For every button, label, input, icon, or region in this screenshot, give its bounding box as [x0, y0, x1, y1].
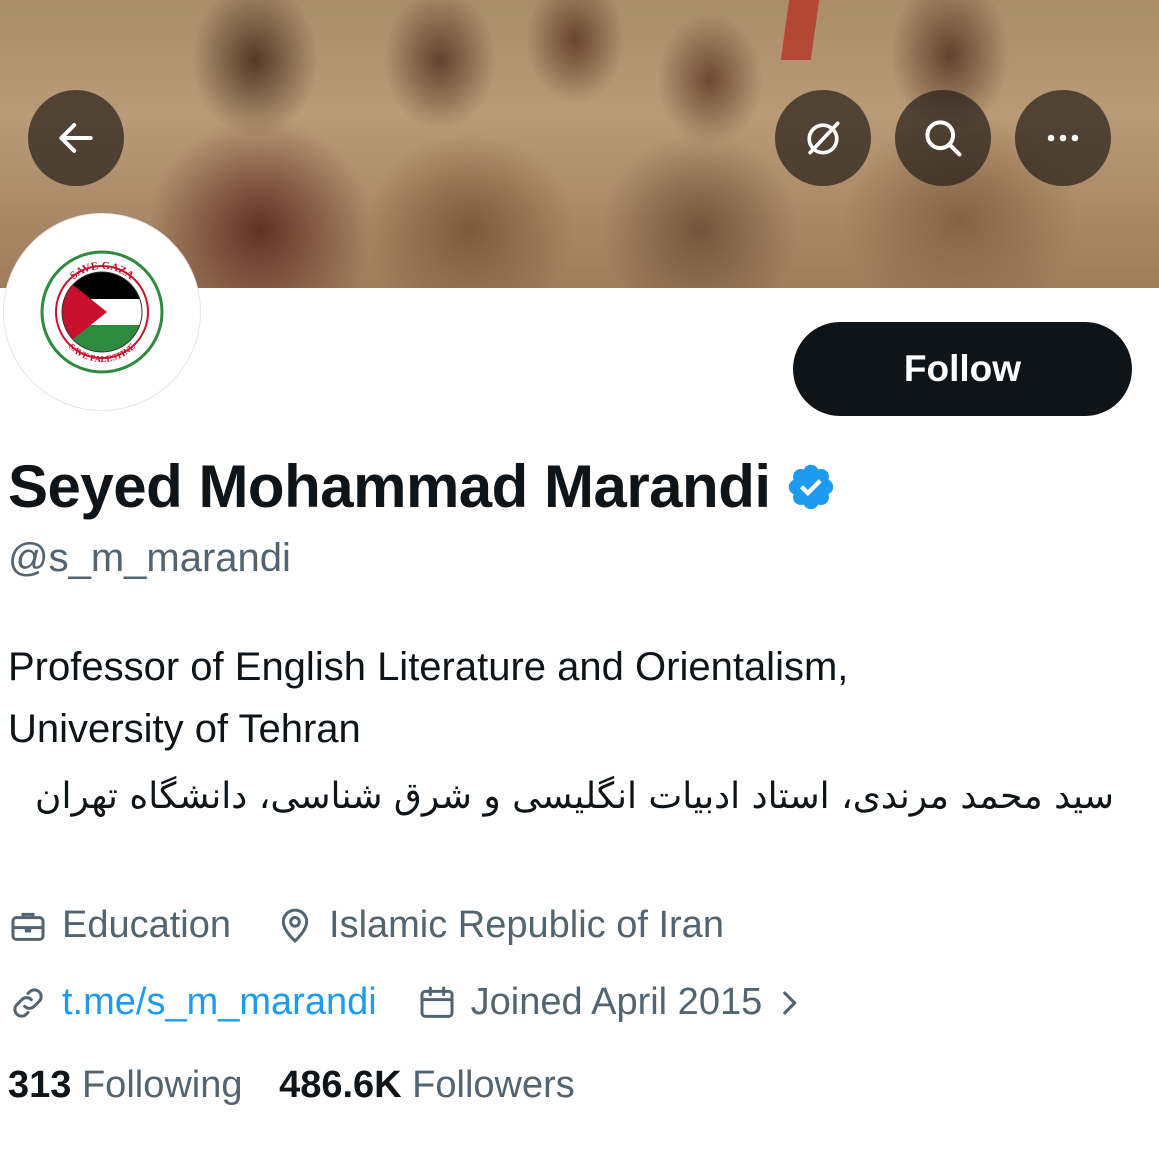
- joined-text: Joined April 2015: [470, 981, 763, 1023]
- avatar[interactable]: SAVE GAZA SAVE PALESTINE: [4, 214, 200, 410]
- more-horizontal-icon: [1047, 134, 1079, 142]
- chevron-right-icon: [783, 991, 797, 1014]
- website-item[interactable]: t.me/s_m_marandi: [8, 981, 377, 1024]
- calendar-icon: [420, 986, 454, 1018]
- profile-handle: @s_m_marandi: [8, 536, 291, 580]
- more-button[interactable]: [1015, 90, 1111, 186]
- link-icon: [13, 987, 43, 1018]
- location-pin-icon: [281, 908, 309, 943]
- profile-bio-persian: سید محمد مرندی، استاد ادبیات انگلیسی و ش…: [35, 776, 1114, 817]
- briefcase-icon: [11, 912, 45, 941]
- verified-badge-icon[interactable]: [785, 461, 837, 513]
- website-link[interactable]: t.me/s_m_marandi: [62, 981, 377, 1024]
- bell-off-icon: [807, 121, 840, 155]
- category-item: Education: [8, 904, 231, 947]
- profile-name-row: Seyed Mohammad Marandi: [8, 452, 837, 521]
- arrow-left-icon: [59, 123, 93, 153]
- joined-item[interactable]: Joined April 2015: [417, 981, 807, 1024]
- followers-label: Followers: [412, 1064, 575, 1106]
- follow-button[interactable]: Follow: [793, 322, 1132, 416]
- following-stat[interactable]: 313 Following: [8, 1064, 243, 1106]
- notifications-button[interactable]: [775, 90, 871, 186]
- location-text: Islamic Republic of Iran: [329, 904, 724, 946]
- search-button[interactable]: [895, 90, 991, 186]
- bio-line-1: Professor of English Literature and Orie…: [8, 645, 849, 689]
- following-label: Following: [81, 1064, 243, 1106]
- profile-meta-row-2: t.me/s_m_marandi Joined April 2015: [8, 981, 806, 1024]
- followers-count: 486.6K: [279, 1064, 402, 1106]
- followers-stat[interactable]: 486.6K Followers: [279, 1064, 575, 1106]
- save-gaza-logo: SAVE GAZA SAVE PALESTINE: [40, 250, 164, 374]
- back-button[interactable]: [28, 90, 124, 186]
- profile-stats: 313 Following 486.6K Followers: [8, 1064, 575, 1107]
- search-icon: [925, 120, 962, 157]
- bio-line-2: University of Tehran: [8, 707, 361, 751]
- location-item: Islamic Republic of Iran: [275, 904, 724, 947]
- banner-flag: [780, 0, 820, 60]
- profile-meta-row-1: Education Islamic Republic of Iran: [8, 904, 724, 947]
- profile-name: Seyed Mohammad Marandi: [8, 453, 771, 520]
- profile-bio-english: Professor of English Literature and Orie…: [8, 636, 1148, 760]
- category-text: Education: [62, 904, 232, 946]
- following-count: 313: [8, 1064, 72, 1106]
